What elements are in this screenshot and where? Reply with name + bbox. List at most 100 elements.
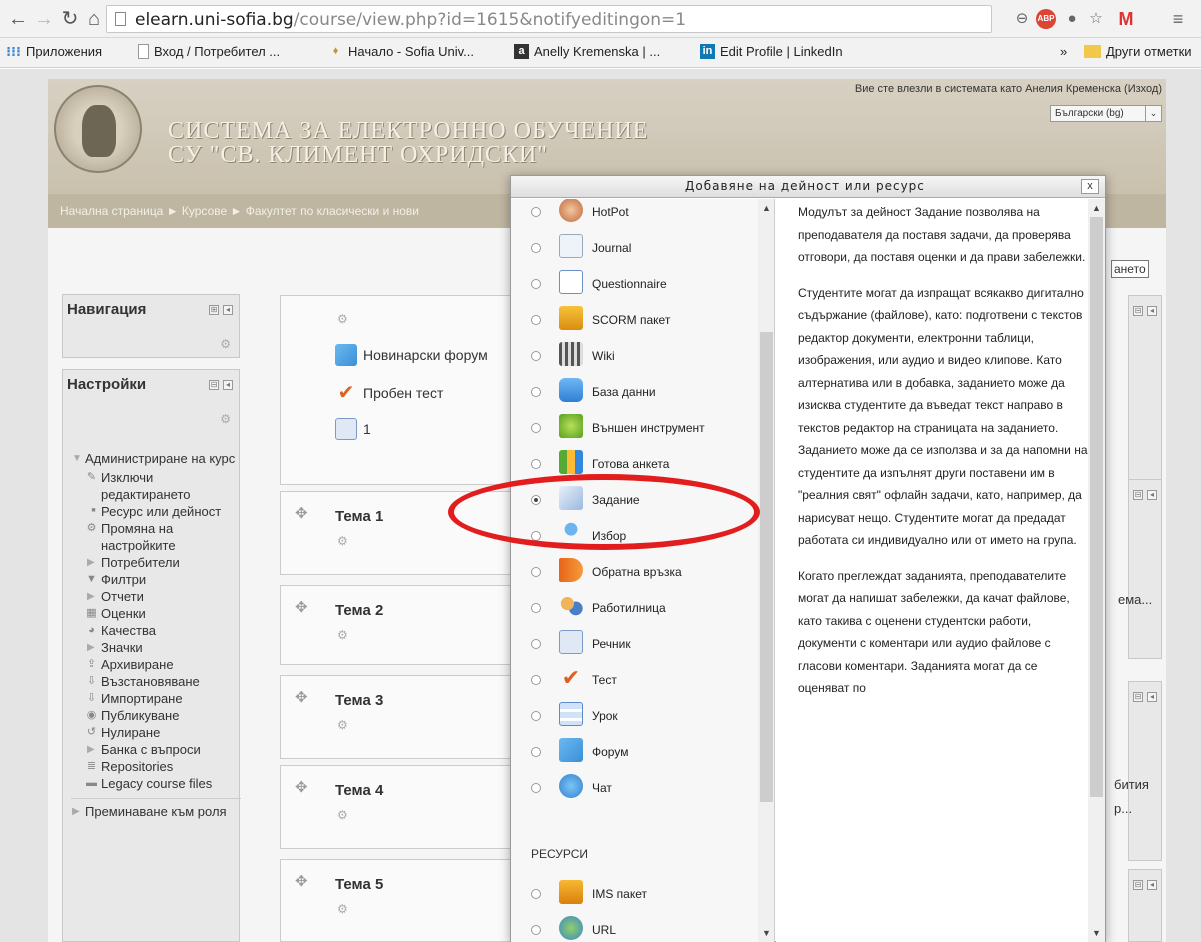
collapse-icon[interactable]: ◂ [1147, 880, 1157, 890]
dock-icon[interactable]: ⊟ [1133, 880, 1143, 890]
gear-icon[interactable]: ⚙ [220, 337, 231, 351]
options-scrollbar[interactable]: ▲ ▼ [758, 199, 774, 942]
option-chat[interactable]: Чат [511, 771, 759, 807]
radio-button[interactable] [531, 387, 541, 397]
radio-button[interactable] [531, 531, 541, 541]
tree-item-resource-or-activity[interactable]: ■ Ресурс или дейност [71, 503, 241, 520]
radio-button[interactable] [531, 459, 541, 469]
option-journal[interactable]: Journal [511, 231, 759, 267]
scroll-down-icon[interactable]: ▼ [1090, 926, 1103, 940]
option-workshop[interactable]: Работилница [511, 591, 759, 627]
tree-item-users[interactable]: ▶ Потребители [71, 554, 241, 571]
collapse-icon[interactable]: ◂ [1147, 490, 1157, 500]
bookmark-apps[interactable]: ⁝⁝⁝ Приложения [6, 44, 102, 59]
description-scrollbar[interactable]: ▲ ▼ [1088, 199, 1105, 942]
collapse-icon[interactable]: ◂ [1147, 306, 1157, 316]
move-icon[interactable]: ✥ [295, 504, 308, 522]
gear-icon[interactable]: ⚙ [337, 534, 348, 548]
gear-icon[interactable]: ⚙ [337, 312, 348, 326]
extension-icon[interactable]: ● [1062, 9, 1082, 29]
forward-icon[interactable]: → [32, 8, 56, 30]
option-wiki[interactable]: Wiki [511, 339, 759, 375]
option-database[interactable]: База данни [511, 375, 759, 411]
radio-button[interactable] [531, 889, 541, 899]
tree-item-reset[interactable]: ↺ Нулиране [71, 724, 241, 741]
radio-button[interactable] [531, 423, 541, 433]
gear-icon[interactable]: ⚙ [337, 808, 348, 822]
tree-item-repositories[interactable]: ≣ Repositories [71, 758, 241, 775]
tree-item-question-bank[interactable]: ▶ Банка с въпроси [71, 741, 241, 758]
close-button[interactable]: x [1081, 179, 1099, 194]
scrollbar-thumb[interactable] [1090, 217, 1103, 797]
radio-button[interactable] [531, 243, 541, 253]
collapse-icon[interactable]: ◂ [223, 380, 233, 390]
move-icon[interactable]: ✥ [295, 598, 308, 616]
radio-button[interactable] [531, 925, 541, 935]
address-bar[interactable]: elearn.uni-sofia.bg/course/view.php?id=1… [106, 5, 992, 33]
breadcrumb[interactable]: Начална страница ► Курсове ► Факултет по… [60, 204, 419, 218]
collapse-icon[interactable]: ◂ [223, 305, 233, 315]
dock-icon[interactable]: ⊟ [1133, 692, 1143, 702]
reload-icon[interactable]: ↻ [58, 8, 82, 30]
tree-item-legacy-files[interactable]: ▬ Legacy course files [71, 775, 241, 792]
radio-button-selected[interactable] [531, 495, 541, 505]
gear-icon[interactable]: ⚙ [337, 902, 348, 916]
scroll-down-icon[interactable]: ▼ [760, 926, 773, 940]
tree-item-publish[interactable]: ◉ Публикуване [71, 707, 241, 724]
scroll-up-icon[interactable]: ▲ [1090, 201, 1103, 215]
bookmark-sofia-univ[interactable]: ♦ Начало - Sofia Univ... [328, 44, 474, 59]
login-info[interactable]: Вие сте влезли в системата като Анелия К… [855, 83, 1162, 95]
radio-button[interactable] [531, 351, 541, 361]
back-icon[interactable]: ← [6, 8, 30, 30]
radio-button[interactable] [531, 207, 541, 217]
home-icon[interactable]: ⌂ [82, 8, 106, 30]
option-url[interactable]: URL [511, 913, 759, 942]
adblock-icon[interactable]: ABP [1036, 9, 1056, 29]
tree-item-restore[interactable]: ⇩ Възстановяване [71, 673, 241, 690]
tree-item-outcomes[interactable]: ◕ Качества [71, 622, 241, 639]
dock-icon[interactable]: ⊟ [209, 380, 219, 390]
activity-test-quiz[interactable]: ✔ Пробен тест [335, 382, 444, 404]
scrollbar-thumb[interactable] [760, 332, 773, 802]
activity-glossary[interactable]: 1 [335, 418, 371, 440]
menu-icon[interactable]: ≡ [1168, 9, 1188, 29]
other-bookmarks[interactable]: Други отметки [1084, 44, 1192, 59]
tree-item-edit-settings[interactable]: ⚙ Промяна на настройките [71, 520, 241, 554]
edit-mode-button[interactable]: ането [1111, 260, 1149, 278]
gear-icon[interactable]: ⚙ [337, 718, 348, 732]
option-glossary[interactable]: Речник [511, 627, 759, 663]
dock-icon[interactable]: ⊟ [1133, 490, 1143, 500]
option-scorm[interactable]: SCORM пакет [511, 303, 759, 339]
option-external-tool[interactable]: Външен инструмент [511, 411, 759, 447]
radio-button[interactable] [531, 567, 541, 577]
radio-button[interactable] [531, 315, 541, 325]
option-hotpot[interactable]: HotPot [511, 199, 759, 231]
tree-item-backup[interactable]: ⇪ Архивиране [71, 656, 241, 673]
radio-button[interactable] [531, 711, 541, 721]
dock-icon[interactable]: ⊟ [1133, 306, 1143, 316]
option-forum[interactable]: Форум [511, 735, 759, 771]
tree-item-reports[interactable]: ▶ Отчети [71, 588, 241, 605]
option-ims-package[interactable]: IMS пакет [511, 877, 759, 913]
option-quiz[interactable]: ✔ Тест [511, 663, 759, 699]
tree-item-switch-role[interactable]: ▶ Преминаване към роля [71, 798, 241, 820]
radio-button[interactable] [531, 279, 541, 289]
move-icon[interactable]: ✥ [295, 872, 308, 890]
language-select[interactable]: Български (bg) ⌄ [1050, 105, 1162, 122]
scroll-up-icon[interactable]: ▲ [760, 201, 773, 215]
tree-item-grades[interactable]: ▦ Оценки [71, 605, 241, 622]
radio-button[interactable] [531, 603, 541, 613]
zoom-icon[interactable]: ⊖ [1012, 9, 1032, 29]
gear-icon[interactable]: ⚙ [220, 412, 231, 426]
move-icon[interactable]: ✥ [295, 688, 308, 706]
tree-item-import[interactable]: ⇩ Импортиране [71, 690, 241, 707]
bookmark-academia[interactable]: a Anelly Kremenska | ... [514, 44, 660, 59]
option-assignment[interactable]: Задание [511, 483, 759, 519]
star-icon[interactable]: ☆ [1086, 9, 1106, 29]
option-feedback[interactable]: Обратна връзка [511, 555, 759, 591]
bookmark-linkedin[interactable]: in Edit Profile | LinkedIn [700, 44, 843, 59]
tree-item-turn-editing-off[interactable]: ✎ Изключи редактирането [71, 469, 241, 503]
tree-item-course-admin[interactable]: ▼ Администриране на курс [71, 450, 241, 467]
activity-news-forum[interactable]: Новинарски форум [335, 344, 488, 366]
option-lesson[interactable]: Урок [511, 699, 759, 735]
